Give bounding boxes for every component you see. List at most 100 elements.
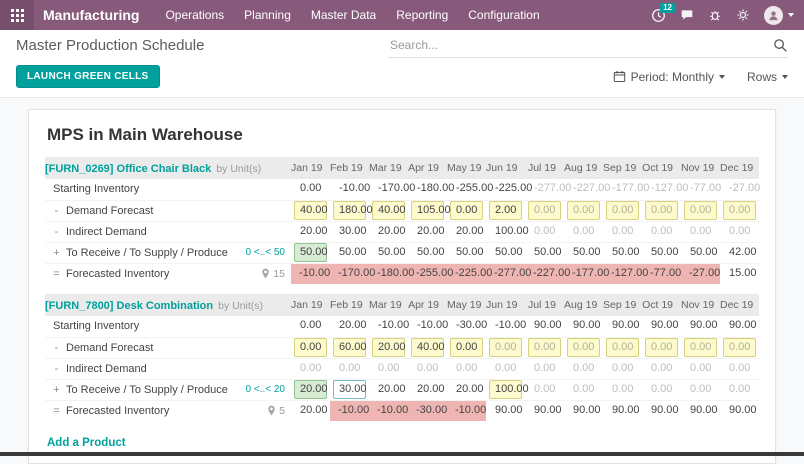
mps-cell-input[interactable]: 20.00 [369, 337, 408, 358]
activity-clock-icon[interactable]: 12 [651, 2, 675, 23]
mps-cell: 100.00 [495, 224, 529, 237]
mps-cell-input[interactable]: 30.00 [330, 379, 369, 400]
product-link[interactable]: [FURN_0269] Office Chair Black [45, 163, 211, 175]
mps-cell: 20.00 [339, 319, 367, 332]
mps-cell-input[interactable]: 40.00 [408, 337, 447, 358]
user-menu[interactable] [764, 5, 794, 25]
mps-cell: 0.00 [612, 361, 634, 374]
month-header: Jul 19 [525, 157, 564, 179]
main-menu: Operations Planning Master Data Reportin… [155, 0, 549, 30]
equals-prefix: = [53, 267, 60, 280]
mps-cell-input[interactable]: 50.00 [291, 242, 330, 263]
mps-cell: 0.00 [651, 382, 673, 395]
month-header: Sep 19 [603, 157, 642, 179]
mps-cell-input[interactable]: 0.00 [603, 200, 642, 221]
product-link[interactable]: [FURN_7800] Desk Combination [45, 300, 213, 312]
app-title[interactable]: Manufacturing [43, 7, 139, 23]
month-header: Jun 19 [486, 294, 525, 316]
mps-cell: -30.00 [456, 319, 488, 332]
mps-cell-input[interactable]: 0.00 [603, 337, 642, 358]
mps-cell-input[interactable]: 0.00 [291, 337, 330, 358]
launch-green-cells-button[interactable]: LAUNCH GREEN CELLS [16, 65, 160, 88]
mps-cell: 50.00 [417, 245, 445, 258]
mps-cell-input[interactable]: 40.00 [291, 200, 330, 221]
mps-cell-input[interactable]: 0.00 [720, 337, 759, 358]
rows-dropdown[interactable]: Rows [747, 70, 788, 84]
mps-cell: 50.00 [456, 245, 484, 258]
mps-cell: 50.00 [534, 245, 562, 258]
mps-cell-input[interactable]: 40.00 [369, 200, 408, 221]
row-label: Forecasted Inventory [66, 267, 170, 280]
mps-cell-input[interactable]: 0.00 [525, 200, 564, 221]
pin-count: 5 [279, 404, 285, 417]
mps-cell: 0.00 [690, 224, 712, 237]
minus-prefix: - [54, 341, 59, 354]
mps-cell-input[interactable]: 0.00 [564, 337, 603, 358]
supply-range-badge: 0 <..< 50 [245, 247, 285, 258]
mps-cell-input[interactable]: 0.00 [447, 337, 486, 358]
mps-cell-input[interactable]: 0.00 [720, 200, 759, 221]
mps-cell-input[interactable]: 100.00 [486, 379, 529, 400]
row-starting-inventory: Starting Inventory 0.00 20.00 -10.00 -10.00… [45, 316, 759, 337]
menu-reporting[interactable]: Reporting [386, 0, 458, 30]
mps-cell: -30.00 [408, 400, 447, 421]
row-demand-forecast: - Demand Forecast 40.00 180.00 40.00 105.00 0… [45, 200, 759, 221]
mps-cell: 50.00 [495, 245, 523, 258]
settings-gear-icon[interactable] [736, 8, 750, 22]
calendar-icon [613, 71, 625, 83]
mps-cell-input[interactable]: 180.00 [330, 200, 373, 221]
add-product-link[interactable]: Add a Product [47, 437, 126, 449]
mps-cell: 0.00 [612, 382, 634, 395]
mps-cell-input[interactable]: 0.00 [681, 337, 720, 358]
product-code: [FURN_7800] [45, 300, 114, 312]
mps-cell: 90.00 [651, 319, 679, 332]
apps-grid-icon[interactable] [0, 0, 34, 30]
row-indirect-demand: - Indirect Demand 0.00 0.00 0.00 0.00 0.00 0.0… [45, 358, 759, 379]
mps-cell-input[interactable]: 0.00 [642, 200, 681, 221]
menu-operations[interactable]: Operations [155, 0, 234, 30]
menu-planning[interactable]: Planning [234, 0, 301, 30]
row-to-supply: + To Receive / To Supply / Produce 0 <..< … [45, 242, 759, 263]
month-header: Apr 19 [408, 157, 447, 179]
mps-cell: 0.00 [378, 361, 400, 374]
menu-master-data[interactable]: Master Data [301, 0, 386, 30]
row-label: To Receive / To Supply / Produce [66, 246, 228, 259]
mps-cell-input[interactable]: 0.00 [681, 200, 720, 221]
pin-count: 15 [273, 267, 285, 280]
mps-cell: -10.00 [369, 400, 408, 421]
mps-cell-input[interactable]: 20.00 [291, 379, 330, 400]
mps-cell: 90.00 [729, 403, 757, 416]
month-header: Feb 19 [330, 294, 369, 316]
period-dropdown[interactable]: Period: Monthly [613, 70, 725, 84]
month-header: Jun 19 [486, 157, 525, 179]
mps-cell: -10.00 [339, 182, 371, 195]
month-header: May 19 [447, 294, 486, 316]
mps-cell-input[interactable]: 2.00 [486, 200, 525, 221]
month-header: Nov 19 [681, 294, 720, 316]
mps-cell: 50.00 [690, 245, 718, 258]
mps-cell-input[interactable]: 60.00 [330, 337, 369, 358]
mps-cell: 90.00 [729, 319, 757, 332]
row-demand-forecast: - Demand Forecast 0.00 60.00 20.00 40.00 0.00… [45, 337, 759, 358]
messages-icon[interactable] [680, 8, 694, 22]
forecast-indicator: 15 [261, 268, 285, 280]
menu-configuration[interactable]: Configuration [458, 0, 549, 30]
mps-cell-input[interactable]: 105.00 [408, 200, 451, 221]
mps-cell-input[interactable]: 0.00 [564, 200, 603, 221]
mps-cell-input[interactable]: 0.00 [447, 200, 486, 221]
search-input[interactable] [388, 37, 773, 53]
mps-cell-input[interactable]: 0.00 [525, 337, 564, 358]
bug-icon[interactable] [708, 8, 722, 22]
period-label: Period: Monthly [630, 69, 714, 84]
product-header-row: [FURN_0269] Office Chair Black by Unit(s)… [45, 157, 759, 179]
equals-prefix: = [53, 404, 60, 417]
mps-cell: 0.00 [729, 382, 751, 395]
mps-cell: -10.00 [330, 400, 369, 421]
minus-prefix: - [54, 204, 59, 217]
mps-cell: 90.00 [534, 403, 562, 416]
mps-card: MPS in Main Warehouse [FURN_0269] Office… [28, 109, 776, 464]
mps-cell: 0.00 [534, 361, 556, 374]
mps-cell-input[interactable]: 0.00 [486, 337, 525, 358]
mps-cell-input[interactable]: 0.00 [642, 337, 681, 358]
search-icon[interactable] [773, 38, 788, 53]
